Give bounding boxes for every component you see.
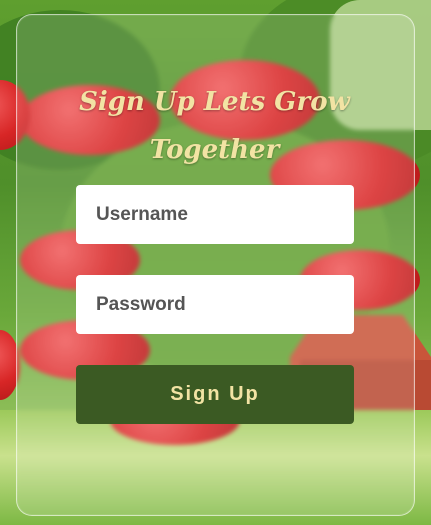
password-input[interactable] xyxy=(76,275,354,334)
signup-button[interactable]: Sign Up xyxy=(76,365,354,424)
username-input[interactable] xyxy=(76,185,354,244)
form-title: Sign Up Lets Grow Together xyxy=(79,87,350,165)
